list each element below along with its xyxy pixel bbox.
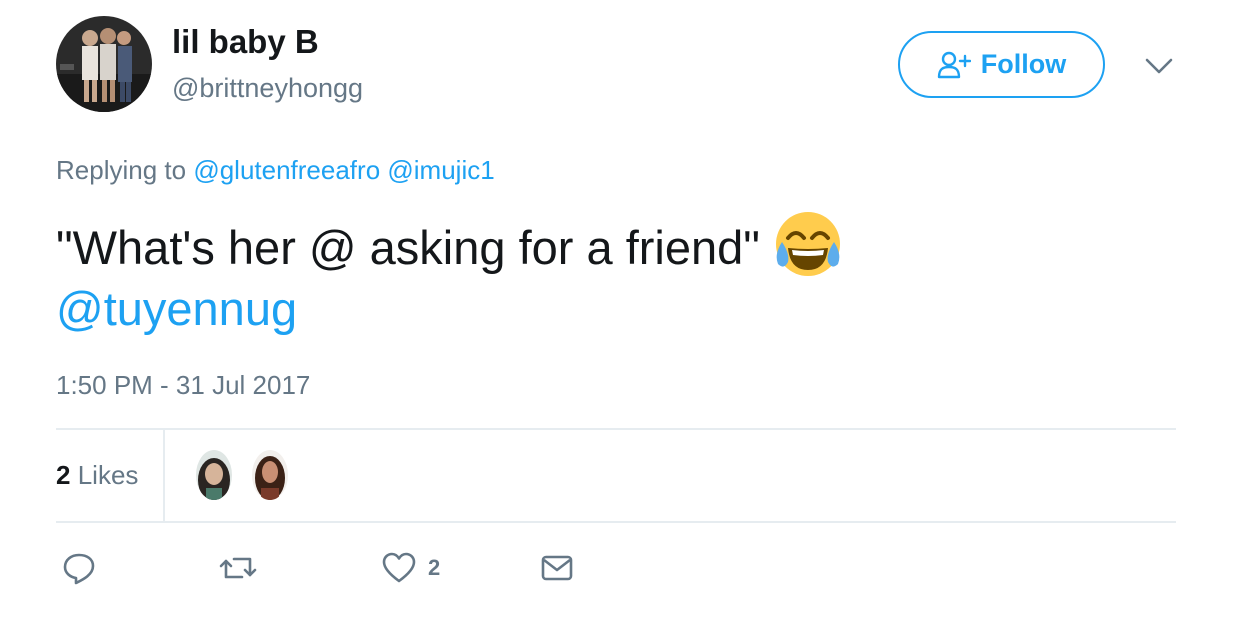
like-button[interactable]: 2: [382, 548, 440, 588]
retweet-icon: [219, 557, 257, 579]
profile-photo: [56, 16, 152, 112]
face-with-tears-of-joy-icon: [772, 208, 844, 280]
tweet-mention[interactable]: @tuyennug: [56, 278, 297, 340]
follow-button[interactable]: Follow: [898, 31, 1105, 98]
replying-to: Replying to @glutenfreeafro @imujic1: [56, 152, 495, 188]
liker-avatar[interactable]: [252, 450, 288, 500]
stats-divider: [163, 430, 165, 521]
reply-mention[interactable]: @glutenfreeafro: [193, 155, 380, 185]
avatar[interactable]: [56, 16, 152, 112]
user-handle[interactable]: @brittneyhongg: [172, 70, 363, 106]
envelope-icon: [541, 555, 573, 581]
like-count: 2: [428, 555, 441, 580]
direct-message-button[interactable]: [540, 548, 574, 588]
likes-stat[interactable]: 2 Likes: [56, 430, 138, 521]
tweet-timestamp[interactable]: 1:50 PM - 31 Jul 2017: [56, 367, 310, 403]
liker-avatar[interactable]: [196, 450, 232, 500]
heart-icon: [382, 552, 416, 583]
reply-mention[interactable]: @imujic1: [387, 155, 494, 185]
likes-count-number: 2: [56, 460, 71, 490]
display-name[interactable]: lil baby B: [172, 20, 319, 64]
follow-button-label: Follow: [980, 49, 1067, 79]
tweet-text: "What's her @ asking for a friend": [56, 208, 844, 280]
retweet-button[interactable]: [218, 548, 258, 588]
follow-user-plus-icon: [937, 50, 971, 80]
likes-count-label: Likes: [77, 460, 139, 490]
chevron-down-icon[interactable]: [1141, 52, 1177, 80]
tweet-text-line: "What's her @ asking for a friend": [56, 221, 760, 274]
divider: [56, 521, 1176, 523]
reply-button[interactable]: [62, 548, 96, 588]
reply-bubble-icon: [63, 553, 95, 585]
likes-count[interactable]: 2 Likes: [56, 460, 138, 491]
divider: [56, 428, 1176, 430]
replying-prefix: Replying to: [56, 155, 187, 185]
